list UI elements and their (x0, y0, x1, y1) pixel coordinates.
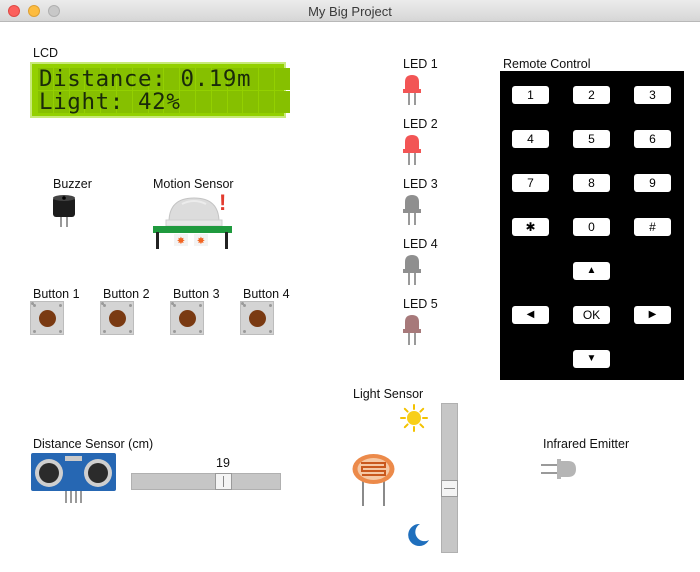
lcd-display: Distance: 0.19m Light: 42% (30, 62, 290, 118)
lcd-line-1: Distance: 0.19m (39, 66, 252, 92)
window-title: My Big Project (308, 4, 392, 19)
lcd-line-2: Light: 42% (39, 89, 181, 115)
remote-key-1[interactable]: 1 (512, 86, 549, 104)
led-4-icon (403, 255, 421, 285)
remote-key-right[interactable]: ▶ (634, 306, 671, 324)
lcd-row-2: Light: 42% (38, 89, 290, 115)
motion-alert-indicator: ! (219, 190, 227, 215)
button-4-label: Button 4 (243, 287, 290, 301)
remote-control-label: Remote Control (503, 57, 591, 71)
remote-key-hash[interactable]: # (634, 218, 671, 236)
lcd-label: LCD (33, 46, 59, 60)
button-1-label: Button 1 (33, 287, 80, 301)
button-2-label: Button 2 (103, 287, 150, 301)
lcd-row-1: Distance: 0.19m (38, 66, 290, 92)
buzzer-icon[interactable] (50, 194, 78, 230)
led-2-icon (403, 135, 421, 165)
led-2-label: LED 2 (403, 117, 438, 131)
infrared-emitter-label: Infrared Emitter (543, 437, 630, 451)
remote-key-left[interactable]: ◀ (512, 306, 549, 324)
led-1-icon (403, 75, 421, 105)
ultrasonic-sensor-icon (31, 453, 116, 503)
remote-key-ok[interactable]: OK (573, 306, 610, 324)
moon-icon (408, 523, 429, 546)
infrared-emitter-icon (541, 459, 576, 479)
button-4-knob (249, 310, 266, 327)
sun-icon (400, 404, 428, 432)
button-1-knob (39, 310, 56, 327)
remote-key-9[interactable]: 9 (634, 174, 671, 192)
led-1-label: LED 1 (403, 57, 438, 71)
remote-key-8[interactable]: 8 (573, 174, 610, 192)
led-3-icon (403, 195, 421, 225)
remote-key-star[interactable]: ✱ (512, 218, 549, 236)
push-button-1[interactable] (30, 301, 64, 335)
distance-value: 19 (216, 456, 230, 470)
buzzer-label: Buzzer (53, 177, 92, 191)
push-button-3[interactable] (170, 301, 204, 335)
button-3-label: Button 3 (173, 287, 220, 301)
light-sensor-label: Light Sensor (353, 387, 424, 401)
remote-key-down[interactable]: ▼ (573, 350, 610, 368)
svg-text:✸: ✸ (177, 236, 185, 247)
button-2-knob (109, 310, 126, 327)
remote-key-5[interactable]: 5 (573, 130, 610, 148)
window-titlebar: My Big Project (0, 0, 700, 22)
remote-key-7[interactable]: 7 (512, 174, 549, 192)
light-slider-thumb[interactable] (441, 480, 458, 497)
button-3-knob (179, 310, 196, 327)
remote-key-up[interactable]: ▲ (573, 262, 610, 280)
led-3-label: LED 3 (403, 177, 438, 191)
distance-slider-thumb[interactable] (215, 473, 232, 490)
remote-key-0[interactable]: 0 (573, 218, 610, 236)
distance-slider[interactable] (131, 473, 281, 490)
remote-control: 1 2 3 4 5 6 7 8 9 ✱ 0 # ▲ ◀ OK ▶ ▼ (500, 71, 684, 380)
motion-sensor-label: Motion Sensor (153, 177, 234, 191)
light-slider[interactable] (441, 403, 458, 553)
remote-key-3[interactable]: 3 (634, 86, 671, 104)
distance-sensor-label: Distance Sensor (cm) (33, 437, 154, 451)
remote-key-4[interactable]: 4 (512, 130, 549, 148)
led-5-icon (403, 315, 421, 345)
svg-text:✸: ✸ (197, 236, 205, 247)
photoresistor-icon (352, 454, 395, 506)
remote-key-2[interactable]: 2 (573, 86, 610, 104)
push-button-4[interactable] (240, 301, 274, 335)
push-button-2[interactable] (100, 301, 134, 335)
remote-key-6[interactable]: 6 (634, 130, 671, 148)
led-4-label: LED 4 (403, 237, 438, 251)
led-5-label: LED 5 (403, 297, 438, 311)
